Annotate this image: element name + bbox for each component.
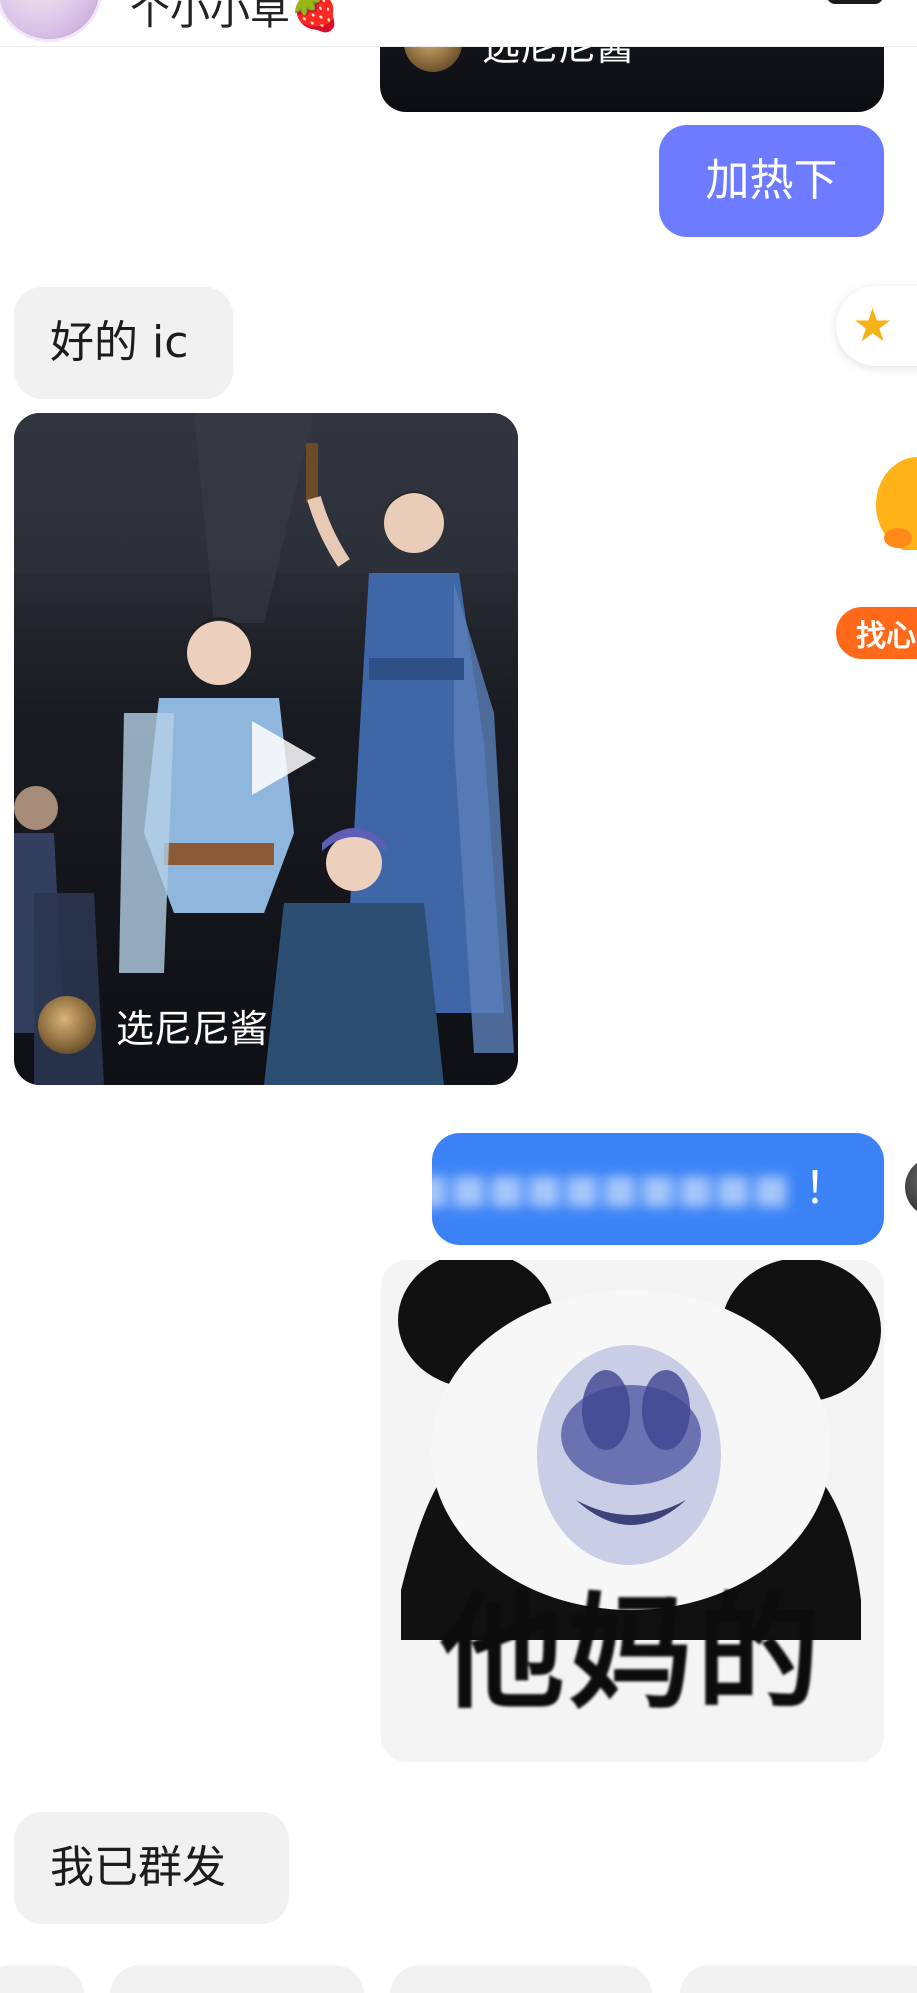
quick-reply-chip[interactable] bbox=[0, 1965, 84, 1993]
chat-header: 个小小草🍓 bbox=[0, 0, 917, 47]
message-bubble-incoming[interactable]: 好的 ic bbox=[14, 287, 233, 399]
menu-icon[interactable] bbox=[827, 0, 883, 4]
find-heart-label: 找心 bbox=[856, 619, 916, 654]
uploader-avatar bbox=[38, 996, 96, 1054]
play-icon[interactable] bbox=[234, 713, 324, 803]
quick-reply-chip[interactable] bbox=[390, 1965, 652, 1993]
message-text: 加热下 bbox=[705, 155, 838, 206]
video-uploader: 选尼尼酱 bbox=[38, 996, 268, 1054]
message-text: 我已群发 bbox=[50, 1842, 226, 1893]
uploader-name: 选尼尼酱 bbox=[116, 1006, 269, 1051]
quick-reply-chip[interactable] bbox=[680, 1965, 917, 1993]
message-text: 好的 ic bbox=[50, 317, 189, 368]
my-avatar[interactable] bbox=[905, 1157, 917, 1217]
message-bubble-incoming[interactable]: 我已群发 bbox=[14, 1812, 289, 1924]
redacted-text: ■■■■■■■■■■■ bbox=[374, 1166, 790, 1212]
message-text: ！ bbox=[804, 1163, 848, 1214]
contact-avatar[interactable] bbox=[0, 0, 102, 42]
mascot-icon[interactable] bbox=[868, 450, 917, 550]
message-bubble-outgoing[interactable]: 加热下 bbox=[659, 125, 884, 237]
quick-reply-bar bbox=[0, 1965, 917, 1993]
sticker-message[interactable]: 他妈的 bbox=[381, 1260, 884, 1762]
strawberry-emoji: 🍓 bbox=[290, 0, 340, 34]
video-message-main[interactable]: 选尼尼酱 bbox=[14, 413, 518, 1085]
chat-title: 个小小草🍓 bbox=[130, 0, 340, 36]
chat-screen: 个小小草🍓 选尼尼酱 加热下 好的 ic bbox=[0, 0, 917, 1993]
chat-title-text: 个小小草 bbox=[130, 0, 290, 34]
quick-reply-chip[interactable] bbox=[110, 1965, 364, 1993]
star-icon: ★ bbox=[852, 298, 894, 352]
message-bubble-outgoing-redacted[interactable]: ■■■■■■■■■■■ ！ bbox=[374, 1133, 884, 1245]
sticker-caption: 他妈的 bbox=[440, 1581, 825, 1726]
find-heart-button[interactable]: 找心 bbox=[836, 607, 917, 659]
